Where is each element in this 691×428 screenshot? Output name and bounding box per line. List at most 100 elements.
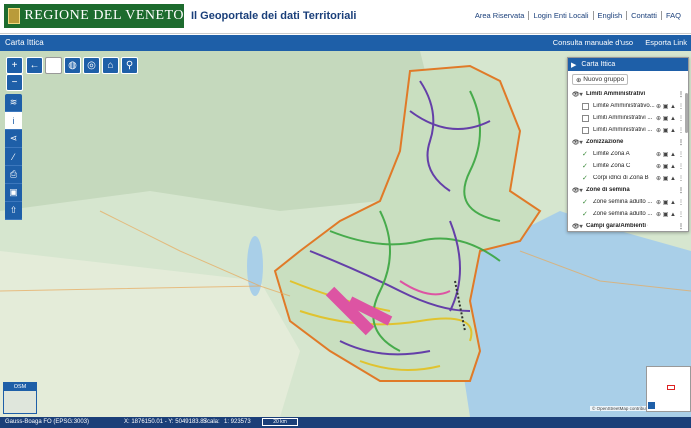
back-arrow-icon[interactable]: ← <box>26 57 43 74</box>
basemap-label: OSM <box>4 383 36 391</box>
home-icon[interactable]: ⌂ <box>102 57 119 74</box>
info-icon[interactable]: i <box>5 112 22 130</box>
share-icon[interactable]: ⋖ <box>5 130 22 148</box>
zoom-in-button[interactable]: + <box>6 57 23 74</box>
layer-checkbox[interactable]: ✓ <box>582 175 589 182</box>
more-menu-icon[interactable]: ⋮ <box>678 139 684 146</box>
nav-faq[interactable]: FAQ <box>660 11 685 20</box>
layer-label: Limiti Amministrativi ... <box>593 127 653 133</box>
layer-label: Limiti Amministrativi ... <box>593 115 653 121</box>
search-icon[interactable]: ⚲ <box>121 57 138 74</box>
layer-group[interactable]: 👁▾ Limiti Amministrativi ⋮ <box>568 88 688 100</box>
nav-login-enti-locali[interactable]: Login Enti Locali <box>528 11 592 20</box>
nav-area-riservata[interactable]: Area Riservata <box>471 11 529 20</box>
layer-label: Zone di semina <box>586 187 630 193</box>
more-menu-icon[interactable]: ⋮ <box>678 187 684 194</box>
overview-toggle-button[interactable] <box>648 402 655 409</box>
layer-label: Zone semina adulto ... <box>593 199 653 205</box>
layer-label: Corpi idrici di Zona B <box>593 175 649 181</box>
regione-veneto-logo[interactable]: REGIONE DEL VENETO <box>4 4 184 28</box>
layer-label: Limite Amministrativo... <box>593 103 655 109</box>
layer-actions-icon[interactable]: ⊕ ▣ ▲ <box>656 103 676 110</box>
add-icon: ⊕ <box>576 76 584 84</box>
layer-actions-icon[interactable]: ⊕ ▣ ▲ <box>656 115 676 122</box>
coordinates-readout: X: 1876150.01 - Y: 5049183.87 <box>124 419 207 425</box>
save-icon[interactable]: ▣ <box>5 184 22 202</box>
locate-icon[interactable]: ◎ <box>83 57 100 74</box>
layer-actions-icon[interactable]: ⊕ ▣ ▲ <box>656 163 676 170</box>
globe-icon[interactable]: ◍ <box>64 57 81 74</box>
zoom-out-button[interactable]: − <box>6 74 23 91</box>
layer-item[interactable]: Limite Amministrativo... ⊕ ▣ ▲ ⋮ <box>568 100 688 112</box>
crs-selector[interactable]: Gauss-Boaga FO (EPSG:3003) <box>5 419 89 425</box>
layers-icon[interactable]: ≋ <box>5 94 22 112</box>
layer-checkbox[interactable]: ✓ <box>582 199 589 206</box>
logo-text: REGIONE DEL VENETO <box>24 8 184 23</box>
side-toolbar: ≋ i ⋖ ⁄ ⎙ ▣ ⇧ <box>5 94 22 220</box>
more-menu-icon[interactable]: ⋮ <box>678 175 684 182</box>
more-menu-icon[interactable]: ⋮ <box>678 211 684 218</box>
visibility-eye-icon[interactable]: 👁▾ <box>572 139 584 146</box>
layer-panel-title: Carta Ittica <box>581 61 616 68</box>
status-bar: Gauss-Boaga FO (EPSG:3003) X: 1876150.01… <box>0 417 691 428</box>
measure-icon[interactable]: ⁄ <box>5 148 22 166</box>
scale-label: Scala: <box>203 419 220 425</box>
layer-item[interactable]: Limiti Amministrativi ... ⊕ ▣ ▲ ⋮ <box>568 124 688 136</box>
more-menu-icon[interactable]: ⋮ <box>678 223 684 230</box>
layer-label: Limite Zona C <box>593 163 631 169</box>
manual-link[interactable]: Consulta manuale d'uso <box>553 38 633 47</box>
export-icon[interactable]: ⇧ <box>5 202 22 220</box>
print-icon[interactable]: ⎙ <box>5 166 22 184</box>
collapse-arrow-icon[interactable]: ▶ <box>571 61 576 69</box>
visibility-eye-icon[interactable]: 👁▾ <box>572 223 584 230</box>
layer-item[interactable]: ✓ Zone semina adulto ... ⊕ ▣ ▲ ⋮ <box>568 196 688 208</box>
basemap-switcher[interactable]: OSM <box>3 382 37 414</box>
scale-value: 1: 923573 <box>224 419 251 425</box>
overview-extent-rect[interactable] <box>667 385 675 390</box>
more-menu-icon[interactable]: ⋮ <box>678 115 684 122</box>
new-group-button[interactable]: ⊕ Nuovo gruppo <box>572 74 628 85</box>
layer-label: Limiti Amministrativi <box>586 91 646 97</box>
blank-button[interactable] <box>45 57 62 74</box>
layer-group[interactable]: 👁▾Campi gara/Ambienti comp... ⋮ <box>568 220 688 231</box>
scale-bar: 20 km <box>262 418 298 426</box>
layer-panel-header[interactable]: ▶ Carta Ittica <box>568 58 688 71</box>
more-menu-icon[interactable]: ⋮ <box>678 91 684 98</box>
more-menu-icon[interactable]: ⋮ <box>678 103 684 110</box>
layer-actions-icon[interactable]: ⊕ ▣ ▲ <box>656 211 676 218</box>
layer-item[interactable]: ✓ Limite Zona A ⊕ ▣ ▲ ⋮ <box>568 148 688 160</box>
visibility-eye-icon[interactable]: 👁▾ <box>572 187 584 194</box>
layer-checkbox[interactable]: ✓ <box>582 163 589 170</box>
layer-label: Campi gara/Ambienti comp... <box>586 223 648 229</box>
more-menu-icon[interactable]: ⋮ <box>678 163 684 170</box>
app-title: Carta Ittica <box>5 38 44 47</box>
layer-panel-scrollbar[interactable] <box>685 93 688 133</box>
layer-item[interactable]: ✓ Limite Zona C ⊕ ▣ ▲ ⋮ <box>568 160 688 172</box>
nav-contatti[interactable]: Contatti <box>626 11 661 20</box>
map-toolbar: ← ◍ ◎ ⌂ ⚲ <box>26 57 138 74</box>
visibility-eye-icon[interactable]: 👁▾ <box>572 91 584 98</box>
layer-checkbox[interactable] <box>582 126 589 134</box>
layer-actions-icon[interactable]: ⊕ ▣ ▲ <box>656 127 676 134</box>
layer-checkbox[interactable] <box>582 114 589 122</box>
more-menu-icon[interactable]: ⋮ <box>678 151 684 158</box>
layer-actions-icon[interactable]: ⊕ ▣ ▲ <box>656 151 676 158</box>
layer-checkbox[interactable]: ✓ <box>582 151 589 158</box>
layer-group[interactable]: 👁▾ Zone di semina ⋮ <box>568 184 688 196</box>
shield-icon <box>8 8 21 24</box>
layer-checkbox[interactable] <box>582 102 589 110</box>
layer-checkbox[interactable]: ✓ <box>582 211 589 218</box>
layer-item[interactable]: ✓ Corpi idrici di Zona B ⊕ ▣ ▲ ⋮ <box>568 172 688 184</box>
more-menu-icon[interactable]: ⋮ <box>678 127 684 134</box>
layer-item[interactable]: Limiti Amministrativi ... ⊕ ▣ ▲ ⋮ <box>568 112 688 124</box>
nav-english[interactable]: English <box>592 11 627 20</box>
layer-group[interactable]: 👁▾ Zonizzazione ⋮ <box>568 136 688 148</box>
app-titlebar: Carta Ittica Consulta manuale d'uso Espo… <box>0 35 691 51</box>
site-header: REGIONE DEL VENETO Il Geoportale dei dat… <box>0 0 691 34</box>
layer-panel: ▶ Carta Ittica ⊕ Nuovo gruppo 👁▾ Limiti A… <box>567 57 689 232</box>
export-link[interactable]: Esporta Link <box>645 38 687 47</box>
layer-item[interactable]: ✓ Zone semina adulto ... ⊕ ▣ ▲ ⋮ <box>568 208 688 220</box>
layer-actions-icon[interactable]: ⊕ ▣ ▲ <box>656 199 676 206</box>
more-menu-icon[interactable]: ⋮ <box>678 199 684 206</box>
layer-actions-icon[interactable]: ⊕ ▣ ▲ <box>656 175 676 182</box>
